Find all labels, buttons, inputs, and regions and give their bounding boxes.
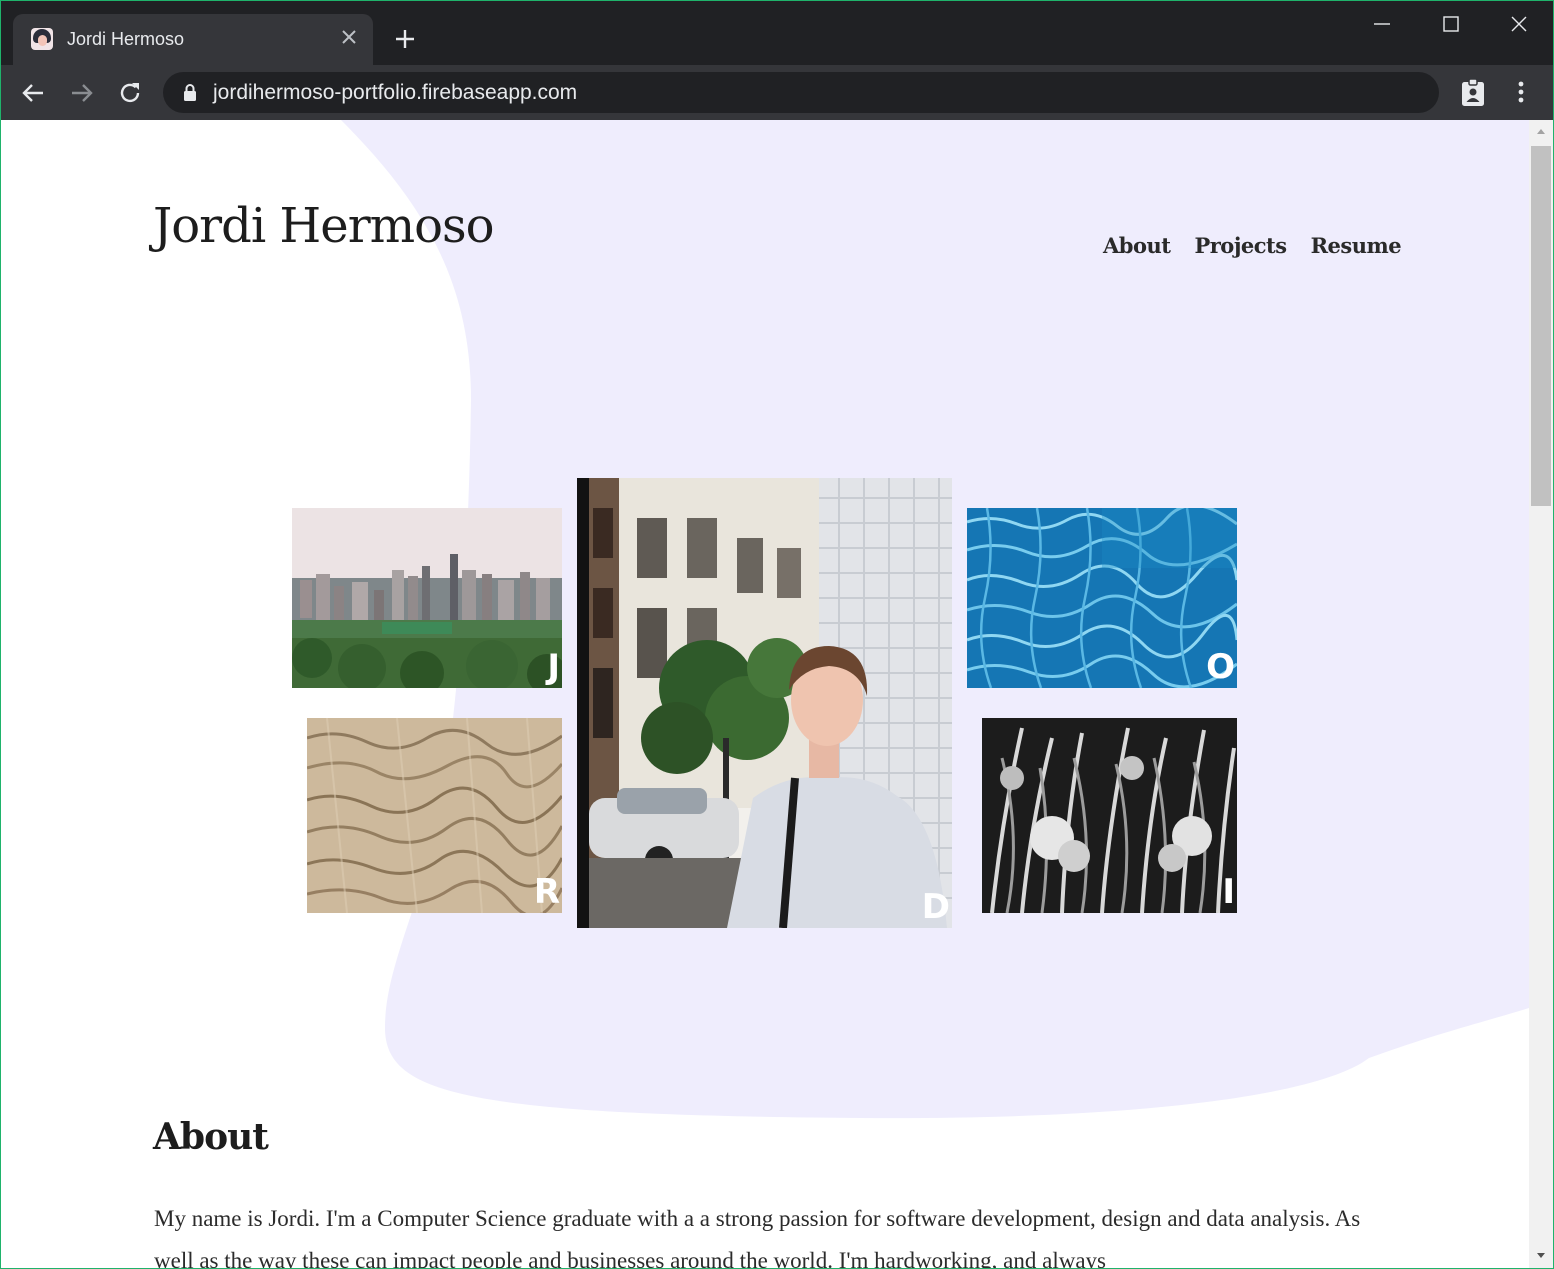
address-bar[interactable]: jordihermoso-portfolio.firebaseapp.com <box>163 72 1439 113</box>
photo-pool-water[interactable]: O <box>967 508 1237 688</box>
site-title[interactable]: Jordi Hermoso <box>153 198 495 254</box>
more-menu-icon[interactable] <box>1508 77 1534 107</box>
pool-water-image <box>967 508 1237 688</box>
main-nav: About Projects Resume <box>1103 233 1402 258</box>
new-tab-icon[interactable] <box>392 26 418 52</box>
minimize-icon[interactable] <box>1366 8 1398 40</box>
photo-portrait[interactable]: D <box>577 478 952 928</box>
favicon-icon <box>31 28 53 50</box>
scrollbar-thumb[interactable] <box>1531 146 1551 506</box>
photo-letter-i: I <box>1222 872 1235 912</box>
browser-tab-strip: Jordi Hermoso <box>0 0 1554 65</box>
reload-icon[interactable] <box>114 77 146 109</box>
lock-icon <box>184 84 196 101</box>
tab-title: Jordi Hermoso <box>67 29 185 49</box>
photo-city-skyline[interactable]: J <box>292 508 562 688</box>
page-viewport: Jordi Hermoso About Projects Resume J R … <box>1 120 1529 1268</box>
photo-letter-d: D <box>921 887 950 927</box>
scroll-down-arrow-icon[interactable] <box>1534 1248 1548 1262</box>
photo-letter-r: R <box>533 872 560 912</box>
close-tab-icon[interactable] <box>339 27 359 47</box>
back-arrow-icon[interactable] <box>17 77 49 109</box>
nav-about-link[interactable]: About <box>1103 233 1171 258</box>
city-skyline-image <box>292 508 562 688</box>
extension-badge-icon[interactable] <box>1458 77 1488 107</box>
nav-resume-link[interactable]: Resume <box>1311 233 1402 258</box>
browser-tab[interactable]: Jordi Hermoso <box>13 14 373 65</box>
maximize-icon[interactable] <box>1435 8 1467 40</box>
photo-bw-plants[interactable]: I <box>982 718 1237 913</box>
nav-projects-link[interactable]: Projects <box>1194 233 1287 258</box>
close-window-icon[interactable] <box>1503 8 1535 40</box>
photo-sand-texture[interactable]: R <box>307 718 562 913</box>
url-text: jordihermoso-portfolio.firebaseapp.com <box>213 81 578 104</box>
about-heading: About <box>153 1116 269 1158</box>
scroll-up-arrow-icon[interactable] <box>1534 125 1548 139</box>
photo-letter-o: O <box>1206 647 1235 687</box>
forward-arrow-icon[interactable] <box>66 77 98 109</box>
page-scrollbar[interactable] <box>1529 120 1553 1268</box>
browser-toolbar: jordihermoso-portfolio.firebaseapp.com <box>0 65 1554 120</box>
photo-letter-j: J <box>547 647 560 687</box>
about-paragraph: My name is Jordi. I'm a Computer Science… <box>154 1206 1361 1268</box>
portrait-image <box>577 478 952 928</box>
sand-texture-image <box>307 718 562 913</box>
bw-plants-image <box>982 718 1237 913</box>
